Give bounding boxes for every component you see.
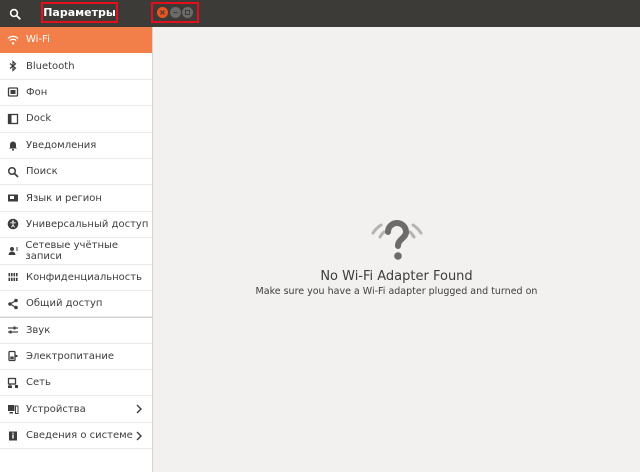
notifications-icon xyxy=(6,138,20,152)
sidebar-item-notifications[interactable]: Уведомления xyxy=(0,133,152,159)
share-icon xyxy=(6,297,20,311)
main-panel: No Wi-Fi Adapter Found Make sure you hav… xyxy=(153,27,640,472)
chevron-right-icon xyxy=(135,404,143,414)
sidebar-item-label: Фон xyxy=(26,86,48,98)
devices-icon xyxy=(6,402,20,416)
sidebar-item-label: Dock xyxy=(26,113,52,125)
sidebar-item-label: Устройства xyxy=(26,403,86,415)
sidebar-item-sound[interactable]: Звук xyxy=(0,317,152,344)
sidebar-item-label: Уведомления xyxy=(26,139,97,151)
chevron-right-icon xyxy=(135,431,143,441)
sidebar-item-devices[interactable]: Устройства xyxy=(0,396,152,423)
sidebar-item-label: Сетевые учётные записи xyxy=(25,239,119,262)
sidebar-item-label: Общий доступ xyxy=(26,298,103,310)
close-icon xyxy=(159,10,165,15)
sidebar-item-label: Bluetooth xyxy=(26,60,75,72)
sidebar-item-label: Конфиденциальность xyxy=(26,271,143,283)
privacy-icon xyxy=(6,270,20,284)
empty-state: No Wi-Fi Adapter Found Make sure you hav… xyxy=(153,219,640,298)
sidebar-item-dock[interactable]: Dock xyxy=(0,106,152,133)
minimize-button[interactable] xyxy=(169,7,181,18)
window-title: Параметры xyxy=(41,2,118,23)
dock-icon xyxy=(6,112,20,126)
sidebar-item-label: Универсальный доступ xyxy=(26,218,149,230)
title-bar: Параметры xyxy=(0,0,640,27)
sidebar-item-power[interactable]: Электропитание xyxy=(0,344,152,371)
maximize-button[interactable] xyxy=(182,7,194,18)
sidebar-item-label: Сеть xyxy=(26,377,51,389)
maximize-icon xyxy=(185,10,191,15)
wifi-icon xyxy=(6,33,20,47)
network-icon xyxy=(6,376,20,390)
sidebar: Wi-Fi Bluetooth Фон Dock Уведомления Пои… xyxy=(0,27,153,472)
language-flag-icon xyxy=(6,191,20,205)
sidebar-item-bluetooth[interactable]: Bluetooth xyxy=(0,53,152,80)
wifi-question-icon xyxy=(371,220,422,260)
sidebar-item-privacy[interactable]: Конфиденциальность xyxy=(0,265,152,291)
search-icon xyxy=(6,165,20,179)
sidebar-item-about[interactable]: Сведения о системе xyxy=(0,423,152,450)
online-accounts-icon xyxy=(6,244,19,258)
bluetooth-icon xyxy=(6,59,20,73)
background-icon xyxy=(6,85,20,99)
sidebar-item-search[interactable]: Поиск xyxy=(0,159,152,186)
sound-icon xyxy=(6,323,20,337)
sidebar-item-label: Электропитание xyxy=(26,350,115,362)
power-icon xyxy=(6,349,20,363)
accessibility-icon xyxy=(6,217,20,231)
empty-state-title: No Wi-Fi Adapter Found xyxy=(320,269,473,284)
sidebar-item-label: Звук xyxy=(26,324,51,336)
empty-state-description: Make sure you have a Wi-Fi adapter plugg… xyxy=(255,286,538,297)
sidebar-item-wifi[interactable]: Wi-Fi xyxy=(0,27,152,54)
close-button[interactable] xyxy=(156,7,168,18)
sidebar-item-label: Wi-Fi xyxy=(26,34,50,46)
search-icon xyxy=(9,8,21,20)
sidebar-item-background[interactable]: Фон xyxy=(0,80,152,107)
sidebar-item-language[interactable]: Язык и регион xyxy=(0,185,152,212)
info-icon xyxy=(6,429,20,443)
sidebar-item-sharing[interactable]: Общий доступ xyxy=(0,291,152,318)
minimize-icon xyxy=(173,12,177,13)
search-button[interactable] xyxy=(0,0,30,27)
sidebar-item-accessibility[interactable]: Универсальный доступ xyxy=(0,212,152,239)
sidebar-item-label: Сведения о системе xyxy=(26,430,133,442)
sidebar-item-network[interactable]: Сеть xyxy=(0,370,152,397)
sidebar-item-label: Язык и регион xyxy=(26,192,102,204)
sidebar-item-label: Поиск xyxy=(26,166,58,178)
sidebar-item-online-accounts[interactable]: Сетевые учётные записи xyxy=(0,238,152,265)
window-controls xyxy=(151,2,199,23)
